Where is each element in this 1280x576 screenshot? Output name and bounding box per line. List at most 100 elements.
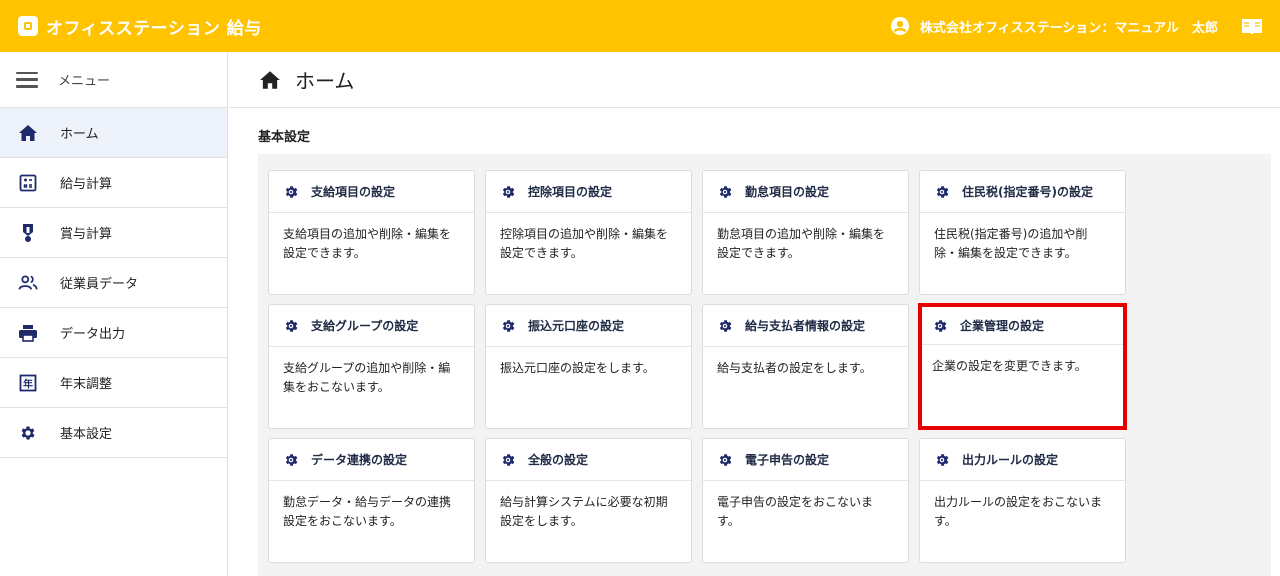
- sidebar-item-label: データ出力: [60, 327, 126, 342]
- card-description: 出力ルールの設定をおこないます。: [934, 495, 1103, 528]
- settings-card[interactable]: 給与支払者情報の設定 給与支払者の設定をします。: [702, 304, 909, 429]
- section-title: 基本設定: [258, 130, 311, 145]
- card-description: 支給グループの追加や削除・編集をおこないます。: [283, 361, 451, 394]
- card-title: 企業管理の設定: [960, 319, 1045, 333]
- card-header: 電子申告の設定: [703, 439, 908, 481]
- card-header: 企業管理の設定: [922, 307, 1123, 345]
- card-header: データ連携の設定: [269, 439, 474, 481]
- card-description: 振込元口座の設定をします。: [500, 361, 655, 375]
- calculator-icon: [18, 173, 38, 193]
- card-header: 支給グループの設定: [269, 305, 474, 347]
- user-area: 株式会社オフィスステーション：マニュアル 太郎: [890, 0, 1280, 52]
- gear-icon: [285, 453, 298, 466]
- manual-book-icon[interactable]: [1240, 16, 1264, 36]
- card-header: 振込元口座の設定: [486, 305, 691, 347]
- logo-icon: [18, 16, 38, 36]
- settings-card[interactable]: 電子申告の設定 電子申告の設定をおこないます。: [702, 438, 909, 563]
- card-title: 勤怠項目の設定: [745, 185, 830, 199]
- sidebar-item-data-output[interactable]: データ出力: [0, 308, 227, 358]
- gear-icon: [18, 423, 38, 443]
- sidebar-item-payroll[interactable]: 給与計算: [0, 158, 227, 208]
- settings-card-company-management[interactable]: 企業管理の設定 企業の設定を変更できます。: [918, 303, 1127, 430]
- card-description: 支給項目の追加や削除・編集を設定できます。: [283, 227, 452, 260]
- card-description: 企業の設定を変更できます。: [932, 359, 1087, 373]
- gear-icon: [502, 319, 515, 332]
- card-description: 給与計算システムに必要な初期設定をします。: [500, 495, 668, 528]
- home-icon: [260, 70, 280, 89]
- svg-text:年: 年: [23, 377, 33, 390]
- card-description: 勤怠データ・給与データの連携設定をおこないます。: [283, 495, 452, 528]
- printer-icon: [18, 323, 38, 343]
- sidebar-item-employees[interactable]: 従業員データ: [0, 258, 227, 308]
- card-header: 住民税(指定番号)の設定: [920, 171, 1125, 213]
- card-header: 支給項目の設定: [269, 171, 474, 213]
- settings-card[interactable]: 支給項目の設定 支給項目の追加や削除・編集を設定できます。: [268, 170, 475, 295]
- app-title: オフィスステーション 給与: [46, 18, 262, 39]
- sidebar-item-label: 賞与計算: [60, 227, 113, 242]
- gear-icon: [934, 319, 947, 332]
- card-description: 控除項目の追加や削除・編集を設定できます。: [500, 227, 669, 260]
- sidebar: メニュー ホーム 給与計算 賞与計算 従業員データ データ出力 年 年末調整 基…: [0, 52, 228, 576]
- medal-icon: [18, 223, 38, 243]
- main-content: ホーム 基本設定 支給項目の設定 支給項目の追加や削除・編集を設定できます。 控…: [229, 52, 1280, 576]
- card-title: 給与支払者情報の設定: [745, 319, 866, 333]
- card-title: 振込元口座の設定: [528, 319, 625, 333]
- card-description: 勤怠項目の追加や削除・編集を設定できます。: [717, 227, 886, 260]
- page-title: ホーム: [295, 69, 355, 93]
- card-title: データ連携の設定: [311, 453, 408, 467]
- gear-icon: [936, 185, 949, 198]
- card-title: 控除項目の設定: [528, 185, 613, 199]
- gear-icon: [502, 453, 515, 466]
- settings-card[interactable]: 勤怠項目の設定 勤怠項目の追加や削除・編集を設定できます。: [702, 170, 909, 295]
- gear-icon: [719, 319, 732, 332]
- card-title: 電子申告の設定: [745, 453, 830, 467]
- home-icon: [18, 123, 38, 143]
- card-header: 勤怠項目の設定: [703, 171, 908, 213]
- people-icon: [18, 273, 38, 293]
- hamburger-icon: [16, 71, 38, 88]
- settings-card[interactable]: 出力ルールの設定 出力ルールの設定をおこないます。: [919, 438, 1126, 563]
- settings-card[interactable]: 全般の設定 給与計算システムに必要な初期設定をします。: [485, 438, 692, 563]
- card-title: 住民税(指定番号)の設定: [962, 185, 1093, 199]
- sidebar-item-label: 給与計算: [60, 177, 113, 192]
- user-avatar-icon[interactable]: [890, 16, 910, 36]
- settings-card[interactable]: データ連携の設定 勤怠データ・給与データの連携設定をおこないます。: [268, 438, 475, 563]
- gear-icon: [719, 453, 732, 466]
- gear-icon: [285, 319, 298, 332]
- sidebar-item-basic-settings[interactable]: 基本設定: [0, 408, 227, 458]
- card-title: 全般の設定: [528, 453, 589, 467]
- sidebar-item-year-end[interactable]: 年 年末調整: [0, 358, 227, 408]
- settings-panel: 支給項目の設定 支給項目の追加や削除・編集を設定できます。 控除項目の設定 控除…: [258, 154, 1271, 576]
- sidebar-item-label: 年末調整: [60, 377, 113, 392]
- year-icon: 年: [18, 373, 38, 393]
- settings-card[interactable]: 振込元口座の設定 振込元口座の設定をします。: [485, 304, 692, 429]
- sidebar-item-home[interactable]: ホーム: [0, 108, 227, 158]
- settings-card[interactable]: 控除項目の設定 控除項目の追加や削除・編集を設定できます。: [485, 170, 692, 295]
- settings-card[interactable]: 住民税(指定番号)の設定 住民税(指定番号)の追加や削除・編集を設定できます。: [919, 170, 1126, 295]
- card-title: 支給グループの設定: [311, 319, 419, 333]
- gear-icon: [719, 185, 732, 198]
- card-title: 出力ルールの設定: [962, 453, 1059, 467]
- sidebar-item-bonus[interactable]: 賞与計算: [0, 208, 227, 258]
- gear-icon: [285, 185, 298, 198]
- card-description: 給与支払者の設定をします。: [717, 361, 872, 375]
- card-header: 控除項目の設定: [486, 171, 691, 213]
- app-logo[interactable]: オフィスステーション 給与: [18, 14, 262, 39]
- gear-icon: [936, 453, 949, 466]
- menu-toggle[interactable]: メニュー: [0, 52, 227, 108]
- menu-label: メニュー: [58, 74, 111, 89]
- gear-icon: [502, 185, 515, 198]
- user-name[interactable]: 株式会社オフィスステーション：マニュアル 太郎: [920, 17, 1218, 36]
- sidebar-item-label: ホーム: [60, 127, 99, 142]
- card-header: 全般の設定: [486, 439, 691, 481]
- card-title: 支給項目の設定: [311, 185, 396, 199]
- card-description: 住民税(指定番号)の追加や削除・編集を設定できます。: [934, 227, 1088, 260]
- sidebar-item-label: 従業員データ: [60, 277, 139, 292]
- settings-card[interactable]: 支給グループの設定 支給グループの追加や削除・編集をおこないます。: [268, 304, 475, 429]
- page-header: ホーム: [229, 52, 1280, 108]
- card-description: 電子申告の設定をおこないます。: [717, 495, 874, 528]
- sidebar-item-label: 基本設定: [60, 427, 113, 442]
- top-header: オフィスステーション 給与 株式会社オフィスステーション：マニュアル 太郎: [0, 0, 1280, 52]
- card-header: 給与支払者情報の設定: [703, 305, 908, 347]
- card-header: 出力ルールの設定: [920, 439, 1125, 481]
